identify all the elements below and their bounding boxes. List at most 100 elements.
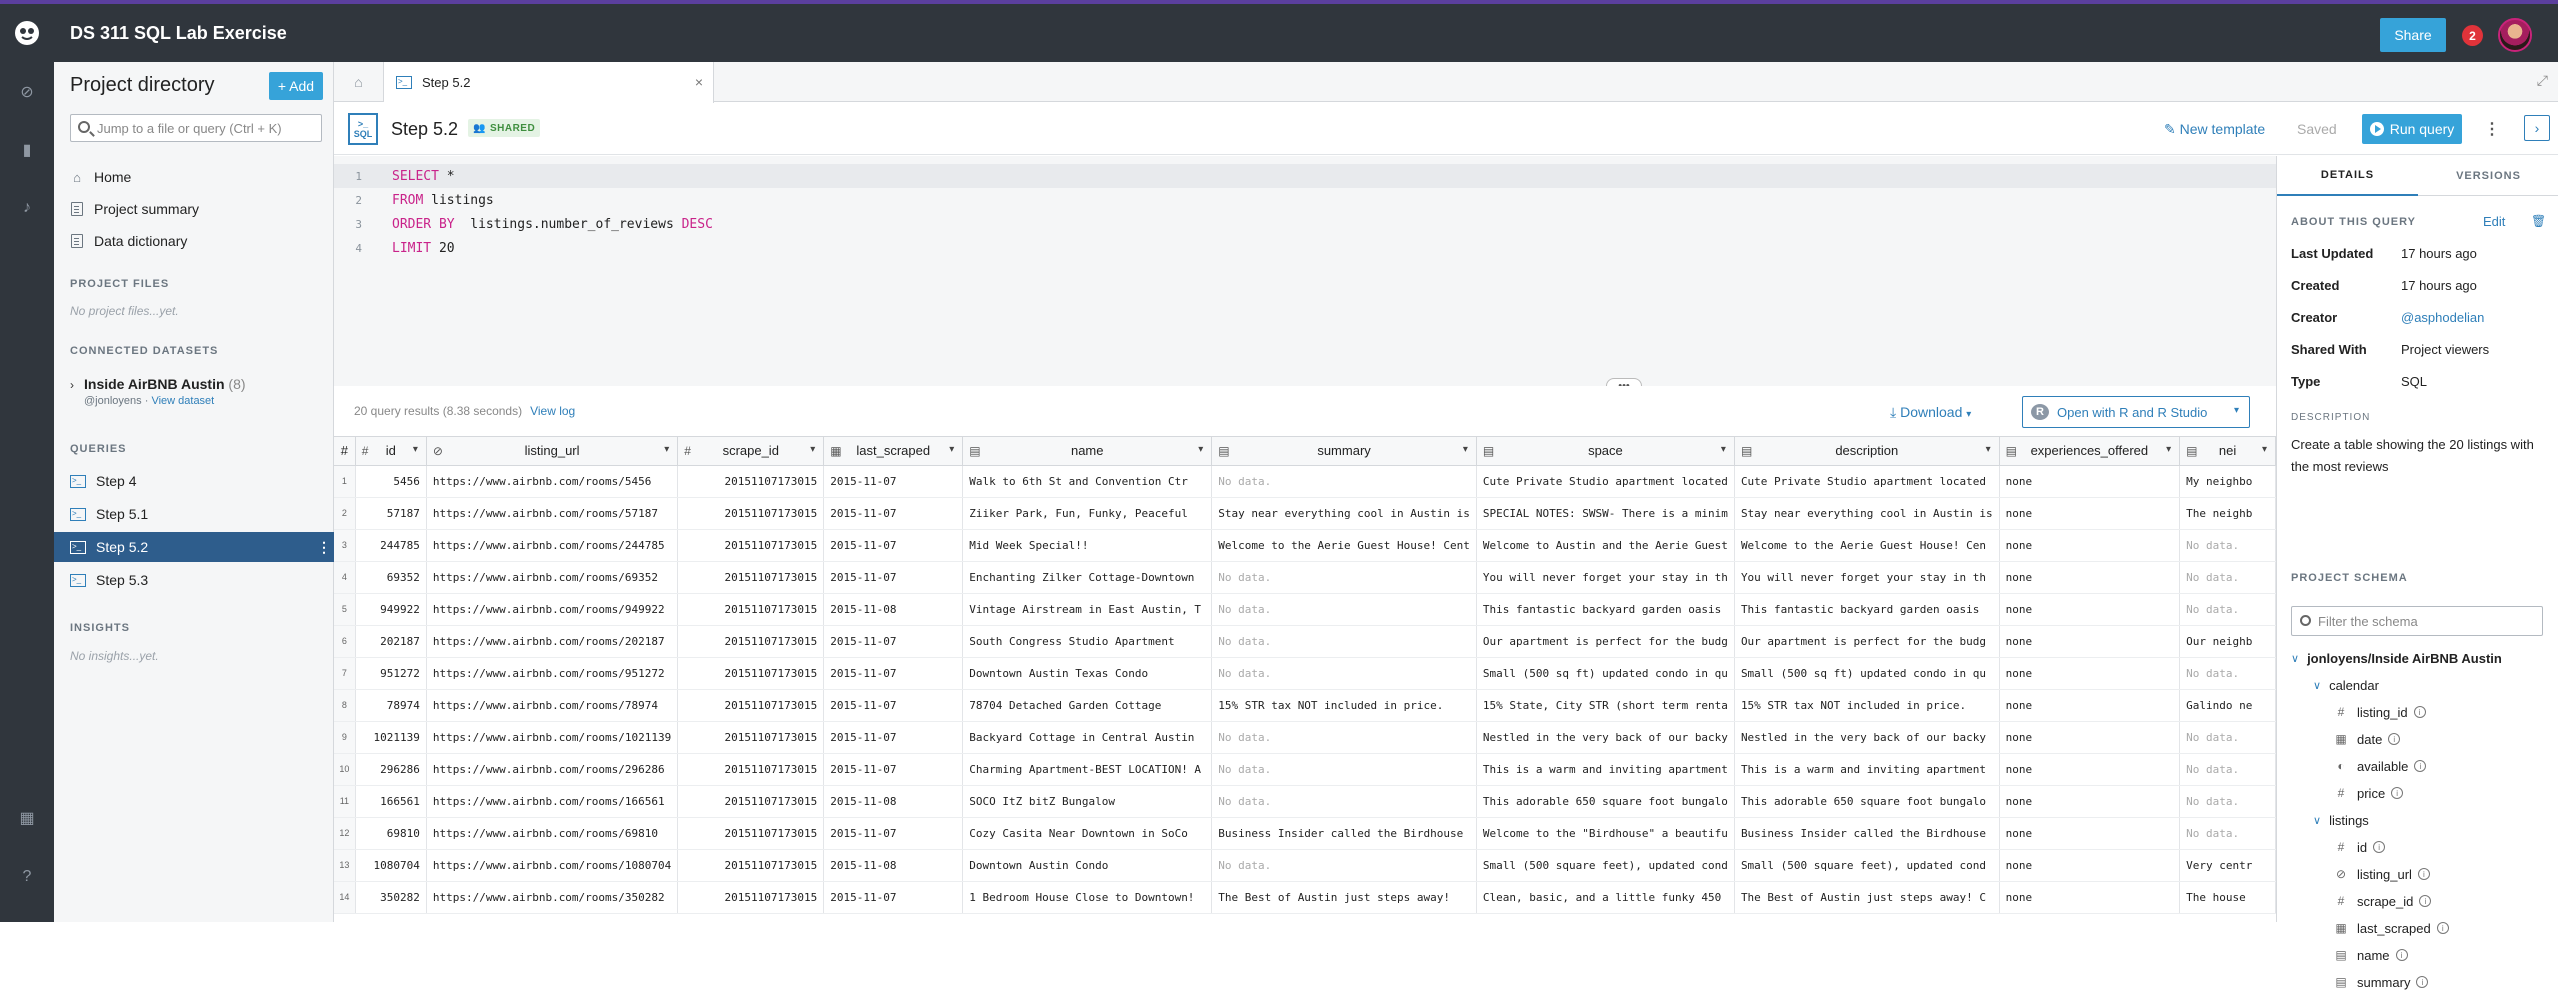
sidebar-item-home[interactable]: ⌂ Home: [70, 166, 131, 188]
sort-menu-icon[interactable]: ▾: [1463, 444, 1468, 455]
schema-table-calendar[interactable]: ∨ calendar: [2313, 675, 2379, 695]
sort-menu-icon[interactable]: ▾: [810, 444, 815, 455]
info-icon[interactable]: i: [2391, 787, 2404, 799]
table-row[interactable]: 11 166561 https://www.airbnb.com/rooms/166…: [334, 785, 2276, 818]
open-with-r-button[interactable]: R Open with R and R Studio ▾: [2022, 396, 2250, 428]
query-item-step-4[interactable]: >_ Step 4: [54, 466, 334, 496]
info-icon[interactable]: i: [2388, 733, 2401, 745]
sort-menu-icon[interactable]: ▾: [949, 444, 954, 455]
share-button[interactable]: Share: [2380, 18, 2446, 52]
column-header-scrape_id[interactable]: # scrape_id ▾: [677, 437, 825, 466]
table-row[interactable]: 8 78974 https://www.airbnb.com/rooms/78974…: [334, 689, 2276, 722]
info-icon[interactable]: i: [2416, 976, 2429, 988]
sql-editor[interactable]: 1 SELECT * 2 FROM listings 3 ORDER BY listi…: [334, 156, 2276, 386]
table-row[interactable]: 14 350282 https://www.airbnb.com/rooms/350…: [334, 881, 2276, 914]
sort-menu-icon[interactable]: ▾: [2166, 444, 2171, 455]
table-row[interactable]: 9 1021139 https://www.airbnb.com/rooms/102…: [334, 721, 2276, 754]
explore-icon[interactable]: ⊘: [15, 80, 39, 104]
column-header-summary[interactable]: ▤ summary ▾: [1211, 437, 1477, 466]
info-icon[interactable]: i: [2436, 922, 2449, 934]
query-item-step-5-2[interactable]: >_ Step 5.2 ⋮: [54, 532, 334, 562]
info-icon[interactable]: i: [2419, 895, 2432, 907]
sort-menu-icon[interactable]: ▾: [1721, 444, 1726, 455]
column-header-listing_url[interactable]: ⊘ listing_url ▾: [426, 437, 679, 466]
query-item-step-5-1[interactable]: >_ Step 5.1: [54, 499, 334, 529]
schema-column-listing_url[interactable]: ⊘ listing_url i: [2335, 864, 2430, 884]
column-header-last_scraped[interactable]: ▦ last_scraped ▾: [823, 437, 964, 466]
notification-badge[interactable]: 2: [2462, 25, 2483, 46]
schema-column-last_scraped[interactable]: ▦ last_scraped i: [2335, 918, 2449, 938]
column-header-name[interactable]: ▤ name ▾: [962, 437, 1213, 466]
bookmark-icon[interactable]: ▮: [15, 138, 39, 162]
query-menu-icon[interactable]: ⋮: [317, 539, 331, 556]
sort-menu-icon[interactable]: ▾: [413, 444, 418, 455]
close-tab-icon[interactable]: ×: [695, 74, 703, 90]
schema-column-scrape_id[interactable]: # scrape_id i: [2335, 891, 2432, 911]
schema-filter-input[interactable]: Filter the schema: [2291, 606, 2543, 636]
sort-menu-icon[interactable]: ▾: [1986, 444, 1991, 455]
dataset-item[interactable]: › Inside AirBNB Austin (8) @jonloyens · …: [70, 376, 344, 407]
chevron-down-icon[interactable]: ∨: [2291, 652, 2299, 665]
view-dataset-link[interactable]: View dataset: [151, 395, 214, 407]
query-options-icon[interactable]: ⋮: [2484, 119, 2500, 139]
table-row[interactable]: 5 949922 https://www.airbnb.com/rooms/9499…: [334, 593, 2276, 626]
column-header-experiences_offered[interactable]: ▤ experiences_offered ▾: [1999, 437, 2181, 466]
sort-menu-icon[interactable]: ▾: [1198, 444, 1203, 455]
info-icon[interactable]: i: [2395, 949, 2408, 961]
add-button[interactable]: + Add: [269, 72, 323, 100]
tab-step-5-2[interactable]: >_ Step 5.2 ×: [384, 62, 714, 103]
table-row[interactable]: 1 5456 https://www.airbnb.com/rooms/5456 20…: [334, 465, 2276, 498]
user-avatar[interactable]: [2498, 18, 2532, 52]
home-tab[interactable]: ⌂: [334, 62, 384, 102]
column-header-nei[interactable]: ▤ nei ▾: [2179, 437, 2276, 466]
help-icon[interactable]: ?: [15, 865, 39, 889]
creator-link[interactable]: @asphodelian: [2401, 310, 2484, 325]
info-icon[interactable]: i: [2414, 760, 2427, 772]
schema-column-summary[interactable]: ▤ summary i: [2335, 972, 2429, 992]
info-icon[interactable]: i: [2417, 868, 2430, 880]
schema-column-available[interactable]: ◐ available i: [2335, 756, 2427, 776]
info-icon[interactable]: i: [2373, 841, 2386, 853]
query-title[interactable]: Step 5.2: [391, 119, 458, 140]
column-header-id[interactable]: # id ▾: [355, 437, 427, 466]
download-button[interactable]: ⤓ Download ▾: [1890, 404, 1971, 421]
schema-column-price[interactable]: # price i: [2335, 783, 2404, 803]
collapse-panel-icon[interactable]: ›: [2524, 115, 2550, 141]
info-icon[interactable]: i: [2413, 706, 2426, 718]
column-header-space[interactable]: ▤ space ▾: [1476, 437, 1735, 466]
table-row[interactable]: 3 244785 https://www.airbnb.com/rooms/2447…: [334, 529, 2276, 562]
table-row[interactable]: 2 57187 https://www.airbnb.com/rooms/57187…: [334, 497, 2276, 530]
table-row[interactable]: 13 1080704 https://www.airbnb.com/rooms/10…: [334, 849, 2276, 882]
sidebar-item-project-summary[interactable]: Project summary: [70, 198, 199, 220]
table-row[interactable]: 6 202187 https://www.airbnb.com/rooms/2021…: [334, 625, 2276, 658]
tab-versions[interactable]: VERSIONS: [2418, 156, 2558, 196]
expand-icon[interactable]: ⤢: [2537, 72, 2548, 89]
chevron-down-icon[interactable]: ∨: [2313, 814, 2321, 827]
column-header-row-number[interactable]: #: [334, 437, 356, 466]
table-row[interactable]: 12 69810 https://www.airbnb.com/rooms/6981…: [334, 817, 2276, 850]
schema-column-id[interactable]: # id i: [2335, 837, 2386, 857]
schema-dataset-root[interactable]: ∨ jonloyens/Inside AirBNB Austin: [2291, 648, 2502, 668]
results-grid[interactable]: # # id ▾ ⊘ listing_url ▾ # scrape_id ▾ ▦ last_scrap…: [334, 436, 2276, 922]
tab-details[interactable]: DETAILS: [2277, 156, 2418, 196]
schema-table-listings[interactable]: ∨ listings: [2313, 810, 2369, 830]
chevron-down-icon[interactable]: ∨: [2313, 679, 2321, 692]
jump-search-input[interactable]: Jump to a file or query (Ctrl + K): [70, 114, 322, 142]
sort-menu-icon[interactable]: ▾: [664, 444, 669, 455]
sort-menu-icon[interactable]: ▾: [2262, 444, 2267, 455]
table-row[interactable]: 4 69352 https://www.airbnb.com/rooms/69352…: [334, 561, 2276, 594]
schema-column-listing_id[interactable]: # listing_id i: [2335, 702, 2426, 722]
bell-icon[interactable]: ♪: [15, 196, 39, 220]
dataset-name[interactable]: Inside AirBNB Austin: [84, 376, 225, 392]
run-query-button[interactable]: Run query: [2362, 114, 2462, 144]
apps-grid-icon[interactable]: ▦: [15, 806, 39, 830]
view-log-link[interactable]: View log: [530, 404, 575, 418]
edit-link[interactable]: Edit: [2483, 214, 2505, 229]
schema-column-name[interactable]: ▤ name i: [2335, 945, 2408, 965]
trash-icon[interactable]: 🗑: [2531, 214, 2546, 228]
table-row[interactable]: 7 951272 https://www.airbnb.com/rooms/9512…: [334, 657, 2276, 690]
sidebar-item-data-dictionary[interactable]: Data dictionary: [70, 230, 187, 252]
column-header-description[interactable]: ▤ description ▾: [1734, 437, 2000, 466]
chevron-right-icon[interactable]: ›: [70, 378, 74, 392]
new-template-button[interactable]: ✎ New template: [2164, 121, 2265, 138]
